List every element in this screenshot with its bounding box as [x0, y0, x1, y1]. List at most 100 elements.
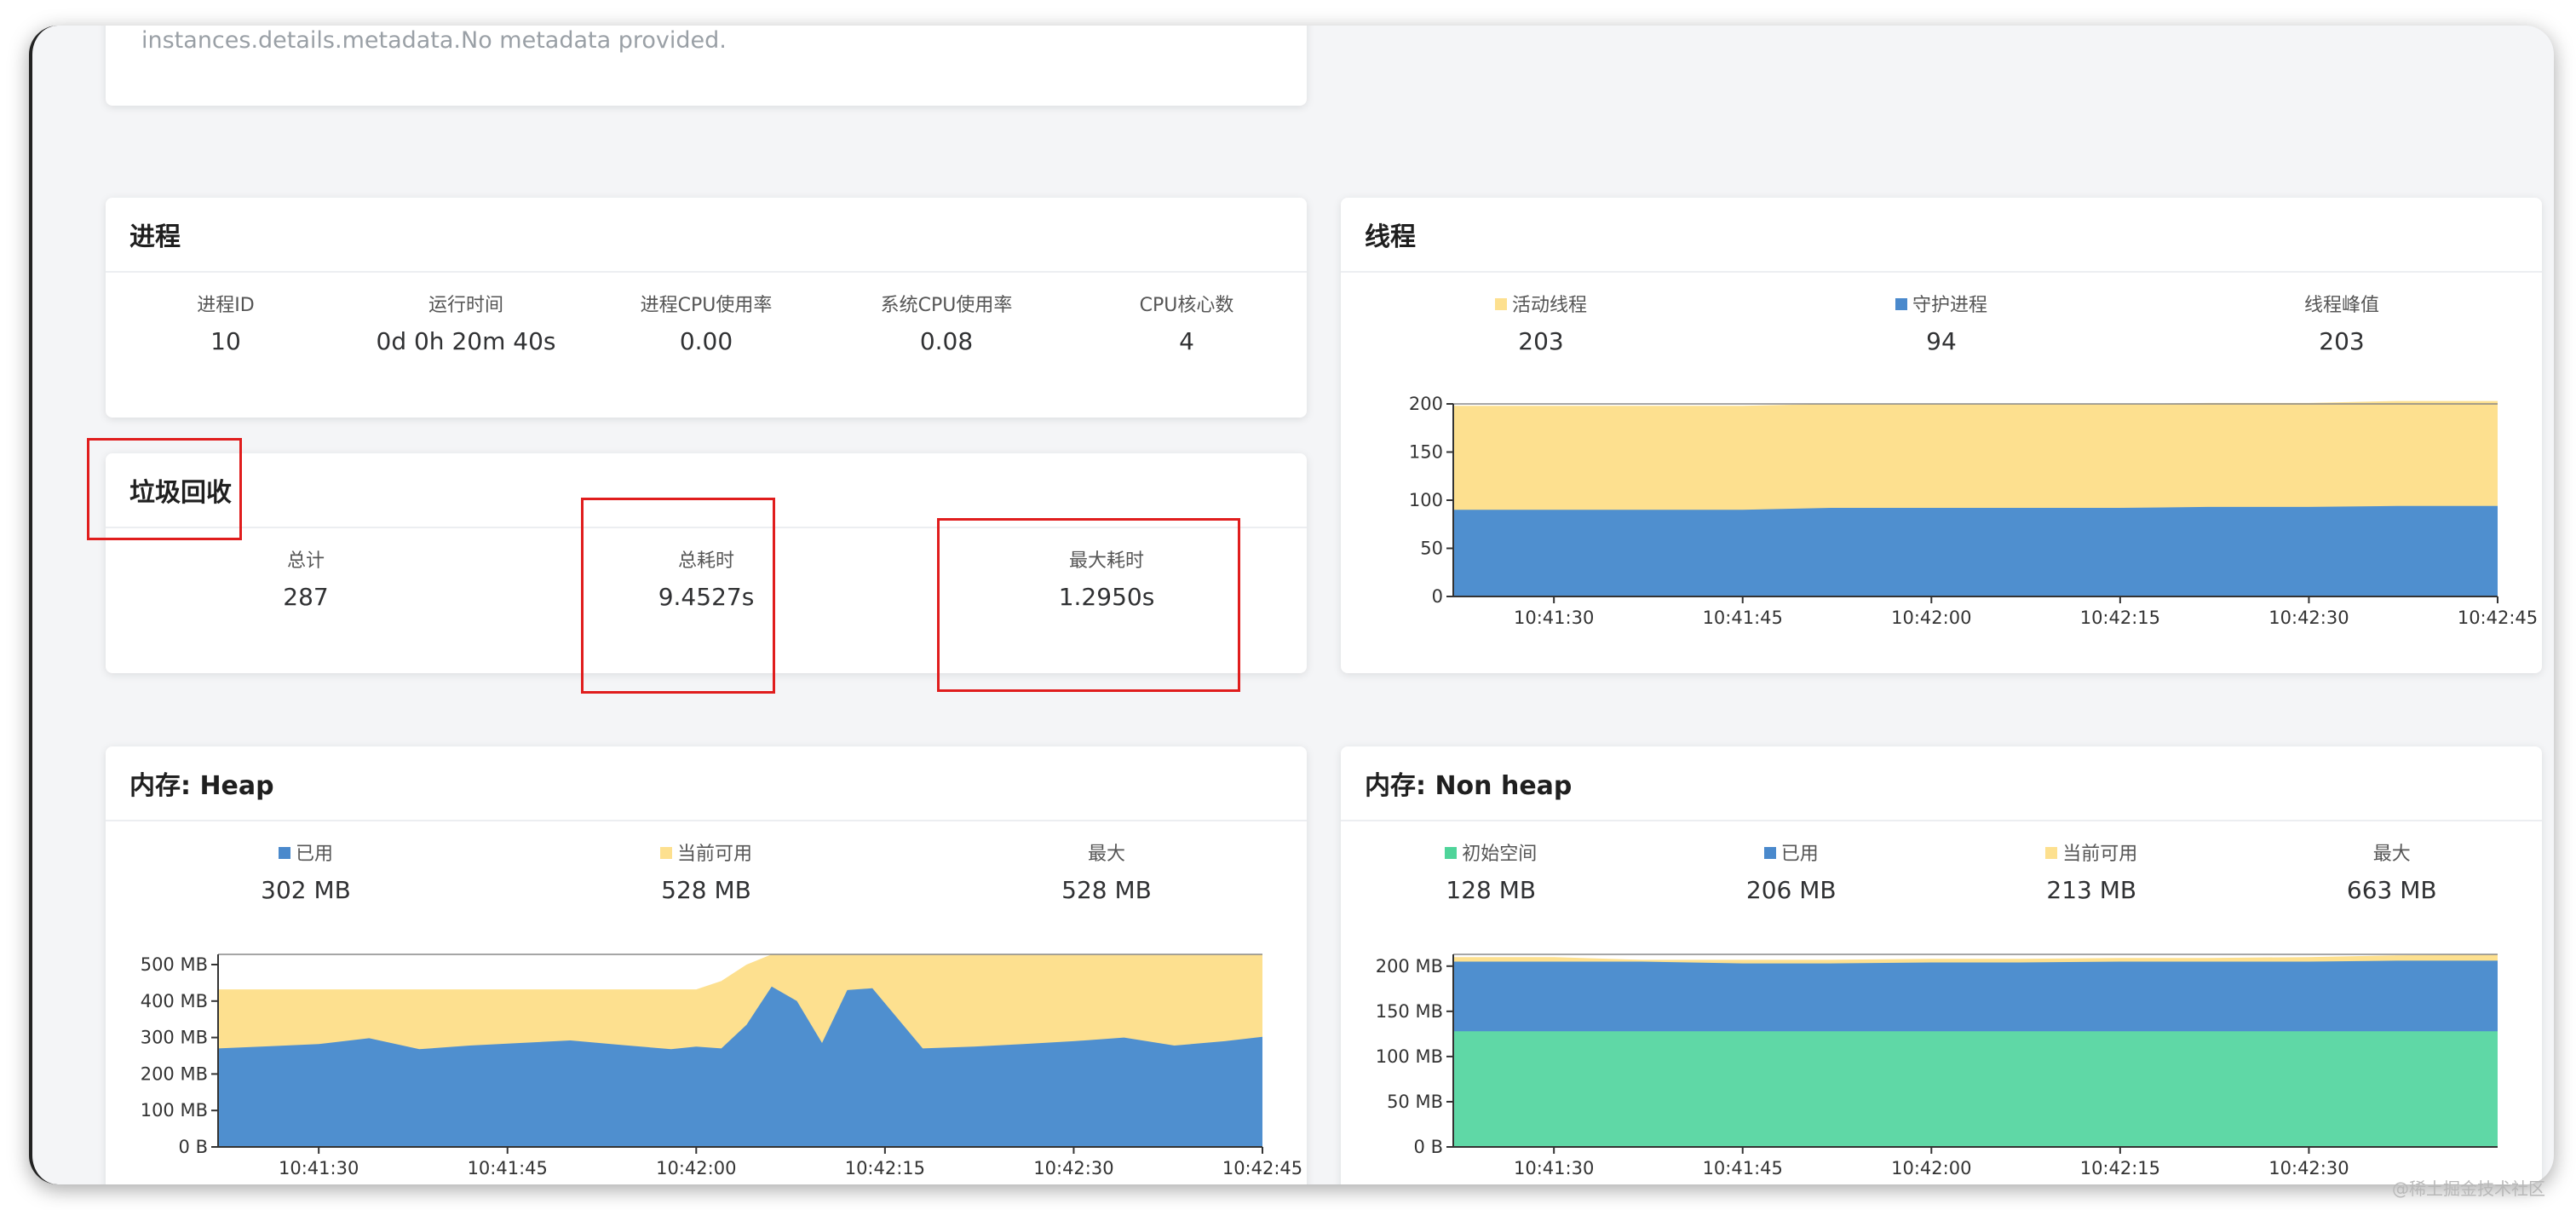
stat-value: 302 MB [261, 876, 351, 904]
threads-title: 线程 [1341, 198, 2542, 273]
legend-swatch [1895, 298, 1907, 310]
y-tick-label: 400 MB [141, 991, 208, 1011]
process-stats: 进程ID 10 运行时间 0d 0h 20m 40s 进程CPU使用率 0.00… [106, 291, 1307, 355]
legend-swatch [278, 847, 290, 859]
stat-label: 已用 [1642, 840, 1942, 869]
stat-label: 初始空间 [1341, 840, 1642, 869]
legend-swatch [1494, 298, 1507, 310]
legend-swatch [1445, 847, 1458, 859]
stat-value: 206 MB [1745, 876, 1837, 904]
x-tick-label: 10:42:00 [1891, 1158, 1971, 1178]
process-title: 进程 [106, 198, 1307, 273]
stat-value: 203 [2319, 327, 2365, 355]
y-tick-label: 50 [1420, 539, 1443, 559]
legend-swatch [1763, 847, 1776, 859]
stat-label: 当前可用 [1941, 840, 2242, 869]
x-tick-label: 10:42:15 [2080, 1158, 2160, 1178]
threads-stats: 活动线程 203 守护进程 94 线程峰值 203 [1341, 291, 2542, 355]
highlight-box-gc-total-time [581, 498, 775, 694]
x-tick-label: 10:41:45 [1703, 608, 1783, 628]
x-tick-label: 10:41:30 [1514, 608, 1594, 628]
stat-label: 已用 [106, 840, 506, 869]
stat-value: 4 [1179, 327, 1194, 355]
nonheap-title: 内存: Non heap [1341, 746, 2542, 821]
stat-label: 总计 [286, 550, 325, 572]
process-card: 进程 进程ID 10 运行时间 0d 0h 20m 40s 进程CPU使用率 0… [106, 198, 1307, 418]
stat-heap-used: 已用 302 MB [106, 840, 506, 904]
stat-heap-committed: 当前可用 528 MB [506, 840, 906, 904]
heap-title: 内存: Heap [106, 746, 1307, 821]
nonheap-card: 内存: Non heap 初始空间 128 MB 已用 206 MB 当前可用 … [1341, 746, 2542, 1184]
area-series-0 [1453, 505, 2498, 596]
x-tick-label: 10:42:00 [1891, 608, 1971, 628]
x-tick-label: 10:42:00 [656, 1158, 736, 1178]
stat-label: 进程CPU使用率 [640, 295, 773, 316]
app-window: instances.details.metadata.No metadata p… [29, 26, 2554, 1184]
stat-value: 663 MB [2346, 876, 2437, 904]
stat-label: 进程ID [197, 295, 255, 316]
y-tick-label: 150 MB [1376, 1001, 1443, 1022]
x-tick-label: 10:42:30 [2268, 1158, 2349, 1178]
threads-card: 线程 活动线程 203 守护进程 94 线程峰值 203 0 50 100 150 20… [1341, 198, 2542, 673]
stat-value: 0.00 [679, 327, 733, 355]
stat-nonheap-committed: 当前可用 213 MB [1941, 840, 2242, 904]
y-tick-label: 500 MB [141, 954, 208, 975]
stat-cpu-cores: CPU核心数 4 [1067, 291, 1307, 355]
y-tick-label: 0 B [1414, 1137, 1443, 1157]
stat-value: 528 MB [661, 876, 751, 904]
stat-label: CPU核心数 [1139, 295, 1234, 316]
heap-stats: 已用 302 MB 当前可用 528 MB 最大 528 MB [106, 840, 1307, 904]
stat-value: 0d 0h 20m 40s [376, 327, 556, 355]
stat-process-id: 进程ID 10 [106, 291, 346, 355]
stat-value: 128 MB [1446, 876, 1537, 904]
stat-label: 当前可用 [506, 840, 906, 869]
stat-nonheap-used: 已用 206 MB [1642, 840, 1942, 904]
area-series-0 [1453, 1031, 2498, 1147]
metadata-card: instances.details.metadata.No metadata p… [106, 26, 1307, 106]
stat-label: 线程峰值 [2303, 295, 2379, 316]
y-tick-label: 0 [1432, 586, 1443, 607]
stat-label: 运行时间 [428, 295, 503, 316]
x-tick-label: 10:42:30 [1033, 1158, 1113, 1178]
x-tick-label: 10:42:30 [2268, 608, 2349, 628]
y-tick-label: 150 [1409, 442, 1443, 463]
legend-swatch [2045, 847, 2058, 859]
stat-uptime: 运行时间 0d 0h 20m 40s [346, 291, 586, 355]
y-tick-label: 0 B [179, 1137, 208, 1157]
stat-label: 守护进程 [1741, 291, 2142, 320]
stat-label: 最大 [2372, 844, 2411, 865]
y-tick-label: 200 MB [141, 1063, 208, 1084]
stat-peak-threads: 线程峰值 203 [2142, 291, 2542, 355]
stat-value: 213 MB [2046, 876, 2137, 904]
nonheap-area-chart: 0 B 50 MB 100 MB 150 MB 200 MB 10:41:30 10:41:… [1376, 954, 2498, 1178]
stat-value: 287 [283, 583, 329, 611]
stat-process-cpu: 进程CPU使用率 0.00 [586, 291, 826, 355]
stat-nonheap-max: 最大 663 MB [2242, 840, 2543, 904]
x-tick-label: 10:41:30 [1514, 1158, 1594, 1178]
highlight-box-gc-title [87, 438, 242, 540]
stat-value: 0.08 [919, 327, 974, 355]
stat-value: 528 MB [1061, 876, 1152, 904]
x-tick-label: 10:42:15 [2080, 608, 2160, 628]
y-tick-label: 100 MB [1376, 1046, 1443, 1067]
nonheap-stats: 初始空间 128 MB 已用 206 MB 当前可用 213 MB 最大 663… [1341, 840, 2542, 904]
x-tick-label: 10:41:45 [1703, 1158, 1783, 1178]
x-tick-label: 10:42:45 [2458, 608, 2538, 628]
stat-heap-max: 最大 528 MB [906, 840, 1307, 904]
heap-area-chart: 0 B 100 MB 200 MB 300 MB 400 MB 500 MB 10:41:3… [141, 954, 1302, 1178]
stat-value: 203 [1518, 327, 1564, 355]
y-tick-label: 200 [1409, 394, 1443, 414]
highlight-box-gc-max-time [937, 518, 1240, 692]
stat-active-threads: 活动线程 203 [1341, 291, 1741, 355]
x-tick-label: 10:42:15 [845, 1158, 925, 1178]
legend-swatch [659, 847, 672, 859]
y-tick-label: 200 MB [1376, 956, 1443, 977]
threads-area-chart: 0 50 100 150 200 10:41:30 10:41:45 10:42:00 10:4… [1409, 394, 2538, 628]
stat-gc-count: 总计 287 [106, 547, 506, 611]
stat-label: 系统CPU使用率 [880, 295, 1013, 316]
stat-label: 活动线程 [1341, 291, 1741, 320]
y-tick-label: 100 [1409, 490, 1443, 510]
x-tick-label: 10:41:45 [468, 1158, 548, 1178]
stat-daemon-threads: 守护进程 94 [1741, 291, 2142, 355]
x-tick-label: 10:41:30 [279, 1158, 359, 1178]
